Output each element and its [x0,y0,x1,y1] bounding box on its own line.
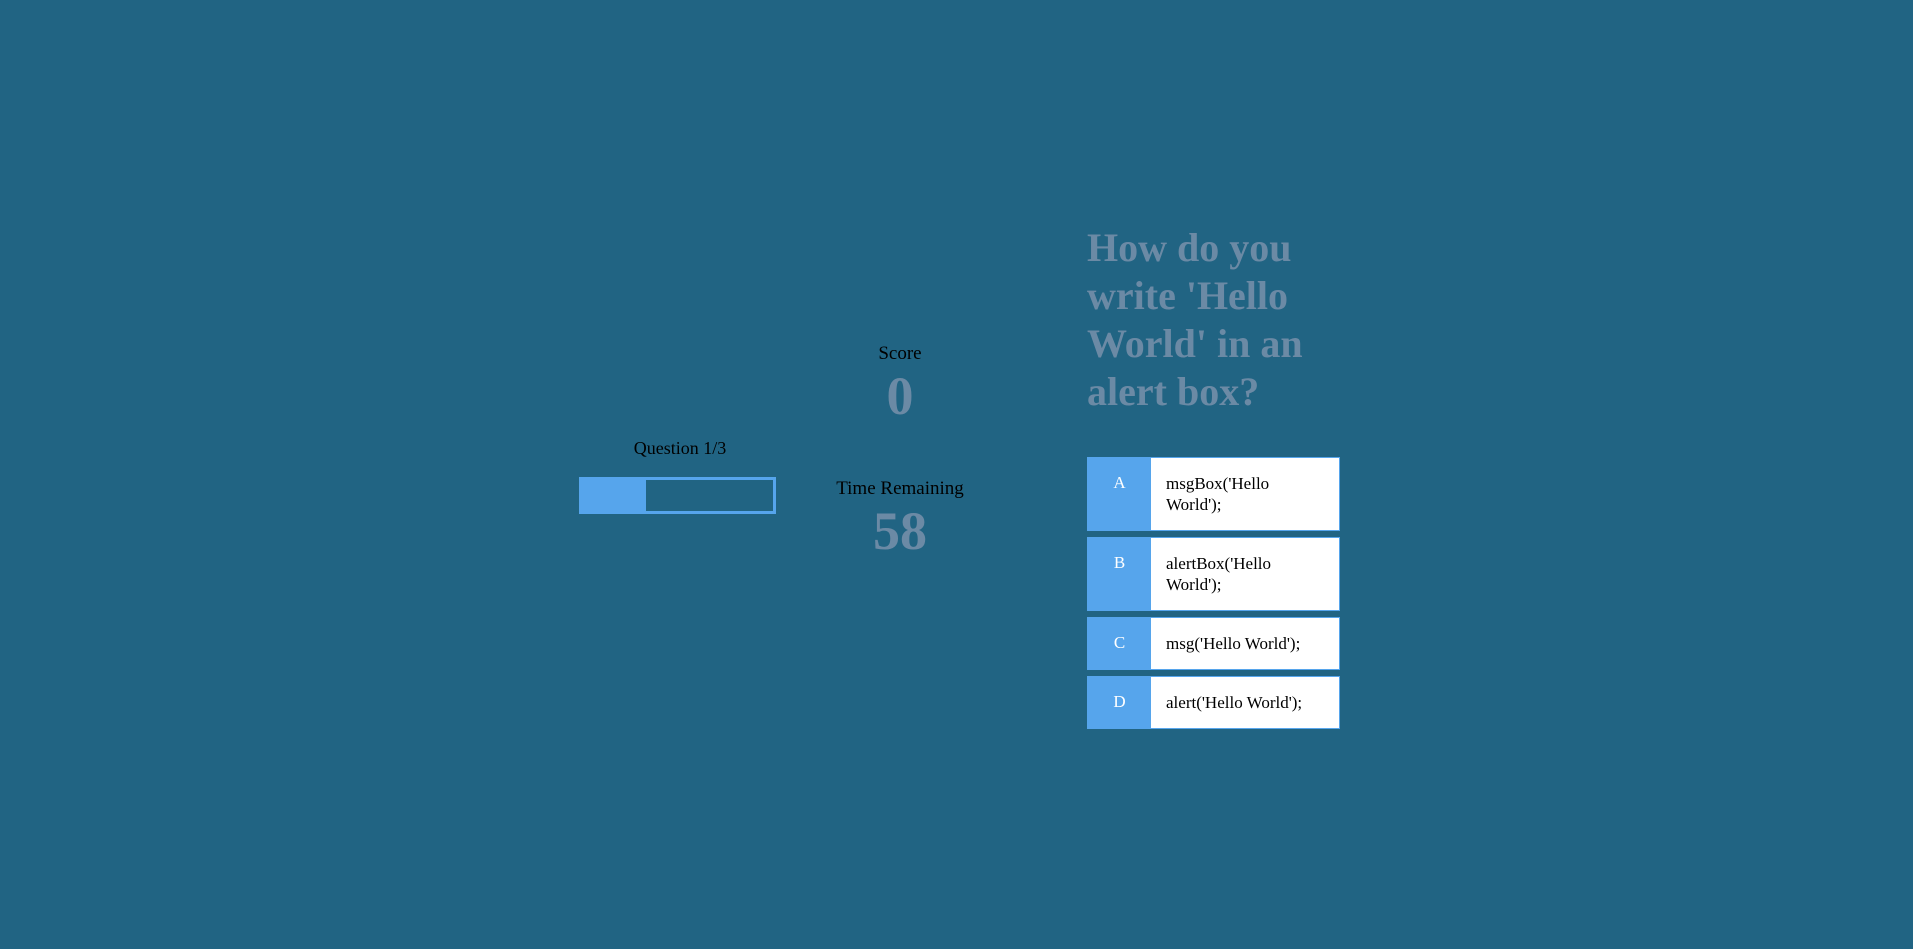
choice-prefix: B [1088,538,1151,610]
quiz-screen: Question 1/3 Score 0 Time Remaining 58 H… [0,0,1913,949]
choice-text: alertBox('Hello World'); [1166,554,1272,594]
choice-text: msg('Hello World'); [1166,634,1301,653]
score-value: 0 [886,366,914,426]
question-counter: Question 1/3 [633,438,727,458]
question-text: How do you write 'Hello World' in an ale… [1087,225,1303,414]
choice-text: msgBox('Hello World'); [1166,474,1270,514]
choice-d[interactable]: D alert('Hello World'); [1087,676,1340,729]
progress-bar-fill [582,480,646,511]
time-remaining-label: Time Remaining [836,478,964,499]
choice-prefix: C [1088,618,1151,669]
answer-choices: A msgBox('Hello World'); B alertBox('Hel… [1087,457,1340,735]
choice-b[interactable]: B alertBox('Hello World'); [1087,537,1340,611]
choice-c[interactable]: C msg('Hello World'); [1087,617,1340,670]
choice-prefix: D [1088,677,1151,728]
score-label: Score [878,343,922,364]
time-remaining-value: 58 [873,501,927,561]
choice-prefix: A [1088,458,1151,530]
choice-a[interactable]: A msgBox('Hello World'); [1087,457,1340,531]
progress-bar [579,477,776,514]
choice-text: alert('Hello World'); [1166,693,1303,712]
